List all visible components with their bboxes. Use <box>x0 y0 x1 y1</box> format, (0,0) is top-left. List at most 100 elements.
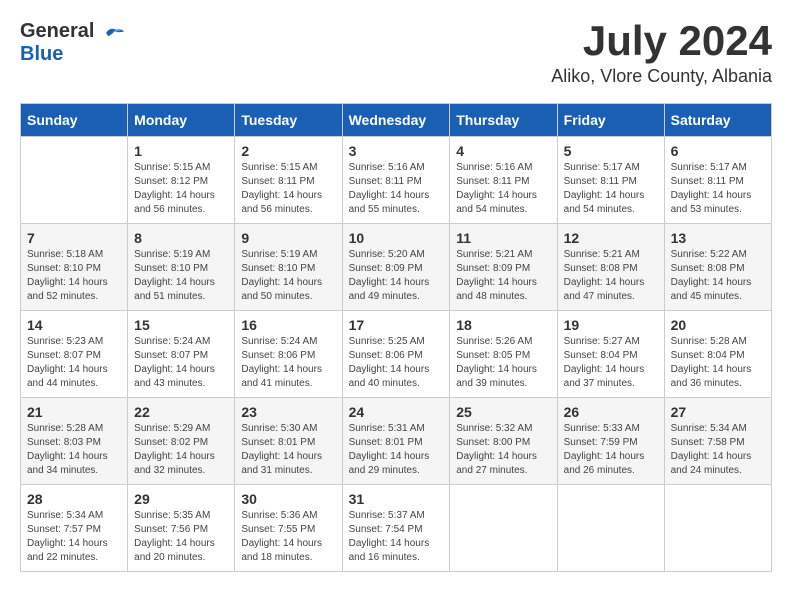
day-number: 13 <box>671 230 765 246</box>
calendar-cell: 26 Sunrise: 5:33 AMSunset: 7:59 PMDayligh… <box>557 398 664 485</box>
calendar-cell: 15 Sunrise: 5:24 AMSunset: 8:07 PMDayligh… <box>128 311 235 398</box>
day-number: 4 <box>456 143 550 159</box>
calendar-week-row-2: 14 Sunrise: 5:23 AMSunset: 8:07 PMDayligh… <box>21 311 772 398</box>
day-info: Sunrise: 5:29 AMSunset: 8:02 PMDaylight:… <box>134 422 228 478</box>
day-info: Sunrise: 5:37 AMSunset: 7:54 PMDaylight:… <box>349 509 444 565</box>
day-info: Sunrise: 5:21 AMSunset: 8:09 PMDaylight:… <box>456 248 550 304</box>
day-number: 26 <box>564 404 658 420</box>
day-info: Sunrise: 5:27 AMSunset: 8:04 PMDaylight:… <box>564 335 658 391</box>
calendar-cell: 1 Sunrise: 5:15 AMSunset: 8:12 PMDaylight… <box>128 137 235 224</box>
logo-bird-icon <box>102 23 126 43</box>
calendar-week-row-3: 21 Sunrise: 5:28 AMSunset: 8:03 PMDayligh… <box>21 398 772 485</box>
day-number: 9 <box>241 230 335 246</box>
day-number: 25 <box>456 404 550 420</box>
day-number: 20 <box>671 317 765 333</box>
day-info: Sunrise: 5:34 AMSunset: 7:57 PMDaylight:… <box>27 509 121 565</box>
calendar-cell <box>557 485 664 572</box>
day-info: Sunrise: 5:25 AMSunset: 8:06 PMDaylight:… <box>349 335 444 391</box>
day-number: 12 <box>564 230 658 246</box>
day-info: Sunrise: 5:19 AMSunset: 8:10 PMDaylight:… <box>134 248 228 304</box>
calendar-cell: 28 Sunrise: 5:34 AMSunset: 7:57 PMDayligh… <box>21 485 128 572</box>
calendar-cell: 27 Sunrise: 5:34 AMSunset: 7:58 PMDayligh… <box>664 398 771 485</box>
calendar-cell: 19 Sunrise: 5:27 AMSunset: 8:04 PMDayligh… <box>557 311 664 398</box>
calendar-cell: 24 Sunrise: 5:31 AMSunset: 8:01 PMDayligh… <box>342 398 450 485</box>
logo-general: General <box>20 20 100 42</box>
day-info: Sunrise: 5:22 AMSunset: 8:08 PMDaylight:… <box>671 248 765 304</box>
day-info: Sunrise: 5:15 AMSunset: 8:11 PMDaylight:… <box>241 161 335 217</box>
day-info: Sunrise: 5:32 AMSunset: 8:00 PMDaylight:… <box>456 422 550 478</box>
calendar-cell: 2Sunrise: 5:15 AMSunset: 8:11 PMDaylight… <box>235 137 342 224</box>
day-number: 28 <box>27 491 121 507</box>
calendar-header-sunday: Sunday <box>21 104 128 137</box>
calendar-cell: 5 Sunrise: 5:17 AMSunset: 8:11 PMDaylight… <box>557 137 664 224</box>
day-number: 27 <box>671 404 765 420</box>
calendar-cell: 12 Sunrise: 5:21 AMSunset: 8:08 PMDayligh… <box>557 224 664 311</box>
day-info: Sunrise: 5:17 AMSunset: 8:11 PMDaylight:… <box>564 161 658 217</box>
day-info: Sunrise: 5:16 AMSunset: 8:11 PMDaylight:… <box>456 161 550 217</box>
calendar-cell: 25 Sunrise: 5:32 AMSunset: 8:00 PMDayligh… <box>450 398 557 485</box>
day-info: Sunrise: 5:33 AMSunset: 7:59 PMDaylight:… <box>564 422 658 478</box>
calendar-cell: 18Sunrise: 5:26 AMSunset: 8:05 PMDayligh… <box>450 311 557 398</box>
calendar-table: SundayMondayTuesdayWednesdayThursdayFrid… <box>20 103 772 572</box>
day-number: 10 <box>349 230 444 246</box>
calendar-cell: 9 Sunrise: 5:19 AMSunset: 8:10 PMDaylight… <box>235 224 342 311</box>
day-info: Sunrise: 5:19 AMSunset: 8:10 PMDaylight:… <box>241 248 335 304</box>
day-number: 24 <box>349 404 444 420</box>
day-number: 8 <box>134 230 228 246</box>
day-number: 16 <box>241 317 335 333</box>
calendar-cell: 11Sunrise: 5:21 AMSunset: 8:09 PMDayligh… <box>450 224 557 311</box>
calendar-cell: 17 Sunrise: 5:25 AMSunset: 8:06 PMDayligh… <box>342 311 450 398</box>
day-number: 7 <box>27 230 121 246</box>
day-info: Sunrise: 5:18 AMSunset: 8:10 PMDaylight:… <box>27 248 121 304</box>
day-number: 17 <box>349 317 444 333</box>
day-number: 5 <box>564 143 658 159</box>
calendar-cell <box>664 485 771 572</box>
calendar-cell: 21 Sunrise: 5:28 AMSunset: 8:03 PMDayligh… <box>21 398 128 485</box>
day-number: 15 <box>134 317 228 333</box>
day-info: Sunrise: 5:21 AMSunset: 8:08 PMDaylight:… <box>564 248 658 304</box>
calendar-header-monday: Monday <box>128 104 235 137</box>
calendar-week-row-1: 7 Sunrise: 5:18 AMSunset: 8:10 PMDaylight… <box>21 224 772 311</box>
logo-text: General Blue <box>20 20 128 66</box>
calendar-cell: 14 Sunrise: 5:23 AMSunset: 8:07 PMDayligh… <box>21 311 128 398</box>
day-number: 14 <box>27 317 121 333</box>
day-number: 1 <box>134 143 228 159</box>
day-number: 21 <box>27 404 121 420</box>
calendar-header-thursday: Thursday <box>450 104 557 137</box>
day-info: Sunrise: 5:16 AMSunset: 8:11 PMDaylight:… <box>349 161 444 217</box>
page-header: General Blue July 2024 Aliko, Vlore Coun… <box>20 20 772 87</box>
day-info: Sunrise: 5:35 AMSunset: 7:56 PMDaylight:… <box>134 509 228 565</box>
calendar-header-saturday: Saturday <box>664 104 771 137</box>
day-info: Sunrise: 5:31 AMSunset: 8:01 PMDaylight:… <box>349 422 444 478</box>
day-info: Sunrise: 5:20 AMSunset: 8:09 PMDaylight:… <box>349 248 444 304</box>
calendar-header-tuesday: Tuesday <box>235 104 342 137</box>
day-number: 19 <box>564 317 658 333</box>
day-info: Sunrise: 5:28 AMSunset: 8:04 PMDaylight:… <box>671 335 765 391</box>
logo-blue: Blue <box>20 43 63 65</box>
day-info: Sunrise: 5:34 AMSunset: 7:58 PMDaylight:… <box>671 422 765 478</box>
calendar-cell <box>450 485 557 572</box>
calendar-header-friday: Friday <box>557 104 664 137</box>
calendar-header-wednesday: Wednesday <box>342 104 450 137</box>
day-info: Sunrise: 5:36 AMSunset: 7:55 PMDaylight:… <box>241 509 335 565</box>
day-info: Sunrise: 5:24 AMSunset: 8:06 PMDaylight:… <box>241 335 335 391</box>
day-info: Sunrise: 5:15 AMSunset: 8:12 PMDaylight:… <box>134 161 228 217</box>
month-title: July 2024 <box>551 20 772 62</box>
title-section: July 2024 Aliko, Vlore County, Albania <box>551 20 772 87</box>
calendar-cell: 20 Sunrise: 5:28 AMSunset: 8:04 PMDayligh… <box>664 311 771 398</box>
calendar-cell: 6 Sunrise: 5:17 AMSunset: 8:11 PMDaylight… <box>664 137 771 224</box>
day-info: Sunrise: 5:24 AMSunset: 8:07 PMDaylight:… <box>134 335 228 391</box>
calendar-cell: 31Sunrise: 5:37 AMSunset: 7:54 PMDayligh… <box>342 485 450 572</box>
day-number: 6 <box>671 143 765 159</box>
day-number: 3 <box>349 143 444 159</box>
day-info: Sunrise: 5:17 AMSunset: 8:11 PMDaylight:… <box>671 161 765 217</box>
day-number: 29 <box>134 491 228 507</box>
calendar-cell: 16 Sunrise: 5:24 AMSunset: 8:06 PMDayligh… <box>235 311 342 398</box>
calendar-header-row: SundayMondayTuesdayWednesdayThursdayFrid… <box>21 104 772 137</box>
calendar-cell: 4 Sunrise: 5:16 AMSunset: 8:11 PMDaylight… <box>450 137 557 224</box>
calendar-cell <box>21 137 128 224</box>
day-info: Sunrise: 5:28 AMSunset: 8:03 PMDaylight:… <box>27 422 121 478</box>
day-info: Sunrise: 5:23 AMSunset: 8:07 PMDaylight:… <box>27 335 121 391</box>
calendar-cell: 8 Sunrise: 5:19 AMSunset: 8:10 PMDaylight… <box>128 224 235 311</box>
day-number: 18 <box>456 317 550 333</box>
